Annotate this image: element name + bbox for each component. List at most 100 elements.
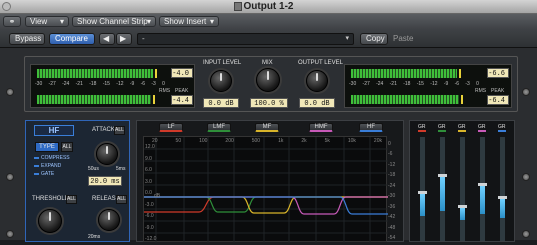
mix-value[interactable]: 100.0 % [250,98,288,108]
type-label: TYPE [39,144,55,150]
attack-all-button[interactable]: ALL [114,126,125,135]
input-level-knob[interactable] [210,70,232,92]
link-icon[interactable]: ⚭ [3,16,21,27]
next-preset-button[interactable]: ▶ [116,33,132,45]
level-tick: 0 [388,141,391,147]
level-tick: -30 [388,193,396,200]
band-type-all-button[interactable]: ALL [61,142,73,152]
scale-tick: -6 [454,81,460,87]
scale-tick: -27 [48,81,56,87]
input-meter: -30 -27 -24 -21 -18 -15 -12 -9 -6 -3 0 RMS PEAK -4… [30,64,195,108]
attack-knob[interactable] [96,143,118,165]
gr-meter-fill [440,176,445,212]
mix-knob[interactable] [256,68,280,92]
output-level-value[interactable]: 0.0 dB [299,98,335,108]
attack-value[interactable]: 20.0 ms [88,176,122,186]
gr-meter-handle[interactable] [438,173,447,177]
output-peak-top-readout[interactable]: -6.6 [487,68,509,78]
bypass-button[interactable]: Bypass [9,33,45,45]
input-level-value[interactable]: 0.0 dB [203,98,239,108]
attack-max-label: 5ms [116,166,126,172]
mode-indicator [34,164,39,167]
gr-meter-handle[interactable] [498,195,507,199]
show-channel-strip-menu[interactable]: Show Channel Strip ▾ [72,16,156,27]
preset-name: - [142,34,145,43]
mode-gate[interactable]: GATE [34,171,54,177]
screw [6,88,14,96]
threshold-knob[interactable] [38,209,62,233]
release-knob[interactable] [98,209,120,231]
level-tick: -48 [388,224,396,231]
db-tick: -6.0 [145,213,154,219]
band-tab-lmf[interactable]: LMF [207,123,231,132]
output-meter-scale: -30 -27 -24 -21 -18 -15 -12 -9 -6 -3 0 [349,81,479,87]
previous-preset-button[interactable]: ◀ [99,33,115,45]
band-tab-hmf[interactable]: HMF [309,123,333,132]
output-peak-bottom-readout[interactable]: -6.4 [487,95,509,105]
mode-expand[interactable]: EXPAND [34,163,61,169]
gr-meter-track [420,137,425,241]
chevron-down-icon: ▾ [146,17,151,26]
mode-compress[interactable]: COMPRESS [34,155,70,161]
output-meter-bar-top [351,69,457,78]
output-level-knob[interactable] [306,70,328,92]
input-meter-peak-bottom [153,95,155,104]
db-tick: 3.0 [145,178,152,185]
freq-tick: 2k [301,138,307,144]
gr-meter-handle[interactable] [418,191,427,195]
gr-meter-fill [480,185,485,214]
freq-tick: 1k [278,138,284,144]
show-insert-label: Show Insert [164,17,207,26]
output-meter: -30 -27 -24 -21 -18 -15 -12 -9 -6 -3 0 RMS PEAK -6… [344,64,512,108]
freq-tick: 500 [251,138,261,144]
gr-meter-track [460,137,465,241]
mode-label: COMPRESS [41,155,70,161]
copy-button[interactable]: Copy [360,33,388,45]
freq-tick: 200 [225,138,234,144]
gr-meter-handle[interactable] [458,204,467,208]
gr-meter-fill [500,198,505,218]
level-tick: -18 [388,172,396,179]
input-level-label: INPUT LEVEL [203,60,242,66]
freq-tick: 50 [175,138,182,144]
gr-meter-handle[interactable] [478,182,487,186]
level-tick: -24 [388,182,396,189]
scale-tick: -24 [62,81,70,87]
scale-tick: -6 [140,81,146,87]
release-min-label: 20ms [88,234,101,240]
gain-reduction-panel: GR GR GR GR GR [409,120,515,242]
mode-indicator [34,172,39,175]
show-insert-menu[interactable]: Show Insert ▾ [159,16,219,27]
band-type-button[interactable]: TYPE [35,142,59,152]
level-tick: -42 [388,214,396,221]
gr-meter-fill [460,207,465,221]
input-peak-top-readout[interactable]: -4.0 [171,68,193,78]
db-unit-label: dB [154,193,161,199]
band-panel: HF TYPE ALL COMPRESS EXPAND GATE ATTACK … [25,120,130,242]
scale-tick: -9 [129,81,135,87]
view-menu-label: View [30,17,48,26]
freq-tick: 20k [373,138,382,144]
preset-toolbar: Bypass Compare ◀ ▶ - ▾ Copy Paste [0,30,537,48]
freq-scale: 20 50 100 200 500 1k 2k 5k 10k 20k [152,138,382,144]
attack-label: ATTACK [92,127,115,133]
paste-button[interactable]: Paste [393,34,413,43]
band-tab-hf[interactable]: HF [359,123,383,132]
input-peak-bottom-readout[interactable]: -4.4 [171,95,193,105]
preset-field[interactable]: - ▾ [137,33,354,45]
peak-label: PEAK [175,88,189,94]
output-meter-peak-top [459,69,461,78]
threshold-all-button[interactable]: ALL [66,195,77,204]
input-meter-bar-bottom [37,95,151,104]
view-menu[interactable]: View ▾ [25,16,69,27]
freq-tick: 5k [324,138,330,144]
mode-label: GATE [41,171,55,177]
band-tab-lf[interactable]: LF [159,123,183,132]
attack-min-label: 50us [88,166,99,172]
release-all-button[interactable]: ALL [116,195,127,204]
gr-label: GR [458,124,466,132]
band-tab-mf[interactable]: MF [255,123,279,132]
gr-label: GR [438,124,446,132]
scale-tick: -9 [443,81,449,87]
compare-button[interactable]: Compare [49,33,95,45]
